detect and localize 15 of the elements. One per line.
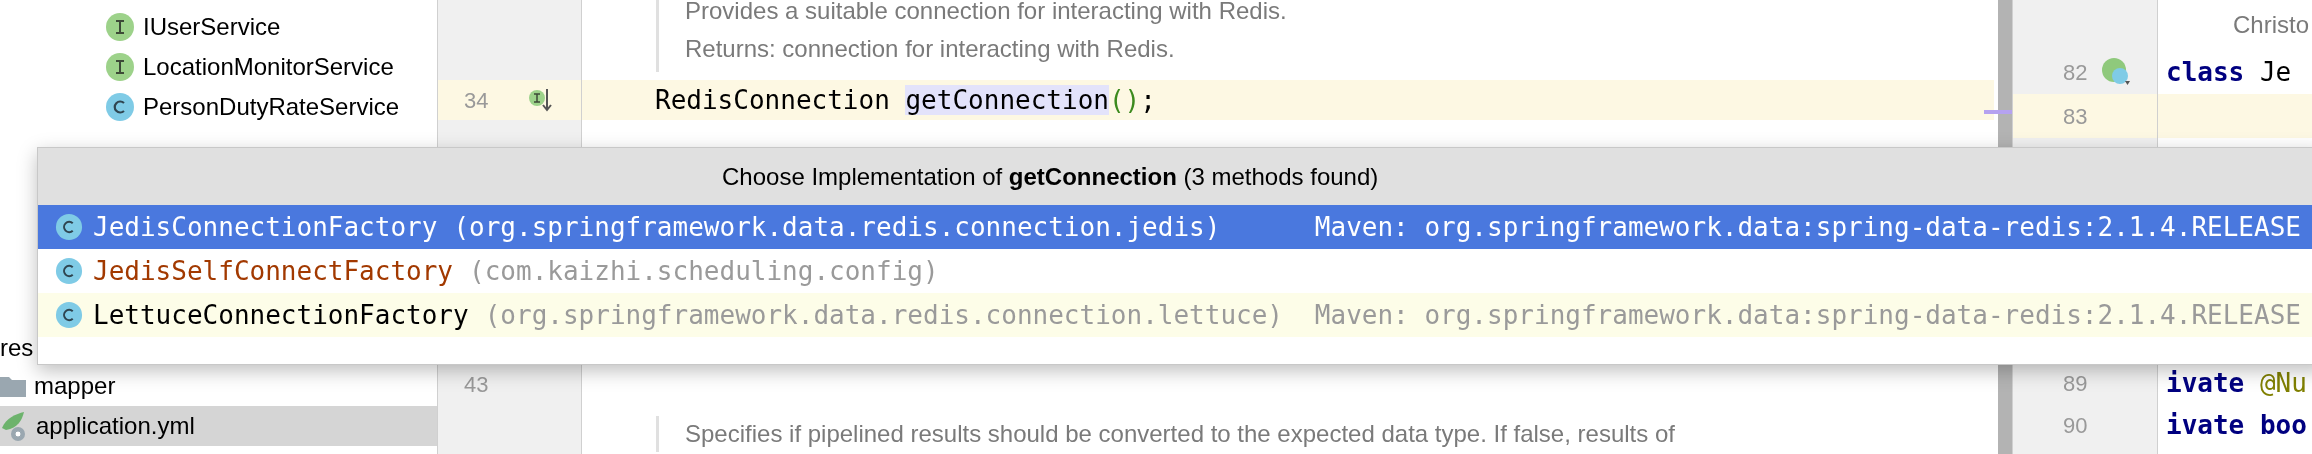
line-number: 83: [2062, 102, 2088, 131]
line-number: 43: [463, 371, 490, 399]
line-number: 89: [2062, 369, 2088, 398]
popup-title: Choose Implementation of getConnection (3 methods found): [722, 161, 1379, 192]
doc-comment-text: Christo: [2232, 10, 2310, 40]
method-declaration: RedisConnection getConnection();: [655, 83, 1156, 117]
line-number: 34: [463, 86, 490, 115]
code-line: class Je: [2166, 55, 2292, 89]
doc-comment-text: Specifies if pipelined results should be converted to the expected data type. If false, results of: [684, 419, 1675, 449]
doc-comment-text: Provides a suitable connection for interacting with Redis.: [685, 0, 1287, 26]
line-number: 90: [2062, 411, 2088, 440]
code-line: ivate boo: [2166, 408, 2307, 442]
doc-comment-text: Returns: connection for interacting with Redis.: [685, 34, 1176, 64]
code-line: ivate @Nu: [2166, 366, 2307, 400]
line-number: 82: [2062, 58, 2088, 87]
